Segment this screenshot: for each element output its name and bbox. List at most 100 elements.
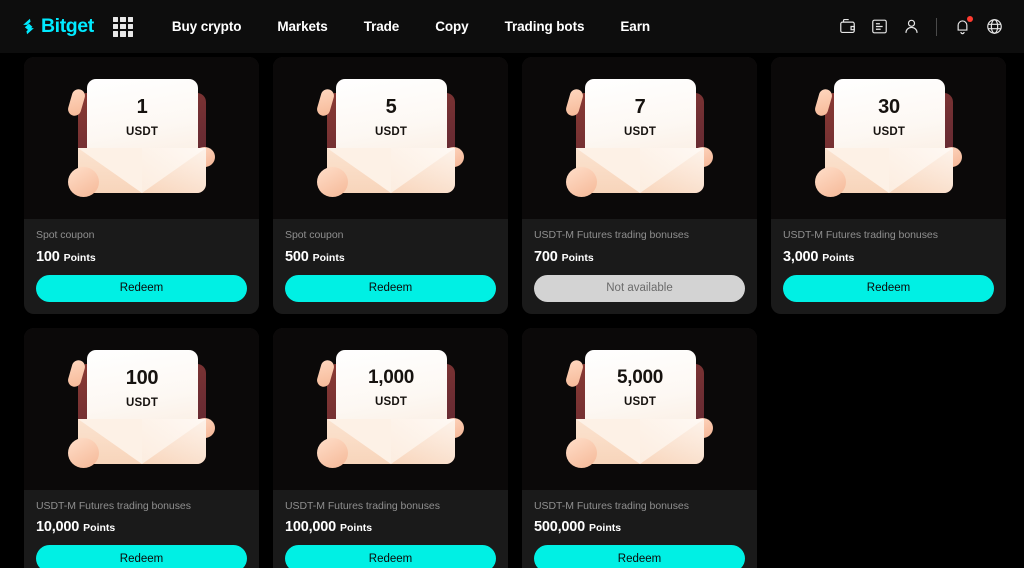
reward-cost: 100,000 Points	[285, 519, 496, 535]
reward-illustration: 5 USDT	[273, 57, 508, 219]
reward-currency: USDT	[872, 126, 906, 138]
reward-points-value: 500	[285, 248, 309, 265]
redeem-button[interactable]: Redeem	[285, 274, 496, 302]
reward-kind: Spot coupon	[36, 229, 95, 241]
reward-illustration: 30 USDT	[771, 57, 1006, 219]
reward-points-value: 10,000	[36, 519, 80, 536]
reward-illustration: 7 USDT	[522, 57, 757, 219]
site-header: Bitget Buy crypto Markets Trade Copy Tra…	[0, 0, 1024, 53]
reward-kind: USDT-M Futures trading bonuses	[534, 229, 689, 241]
reward-amount: 1	[136, 96, 148, 118]
wallet-icon[interactable]	[831, 11, 863, 43]
nav-item-trading-bots[interactable]: Trading bots	[487, 19, 603, 34]
envelope-voucher: 1 USDT	[86, 79, 198, 159]
reward-card-4[interactable]: 30 USDT USDT-M Futures trading bonuses 3…	[771, 57, 1006, 314]
hand-bottom-left-icon	[565, 437, 597, 468]
rewards-content: 1 USDT Spot coupon 100 Points Redeem 5 U…	[0, 53, 1024, 568]
header-divider	[936, 17, 937, 36]
reward-points-label: Points	[340, 522, 373, 535]
redeem-button[interactable]: Redeem	[285, 545, 496, 568]
reward-amount: 5	[385, 96, 397, 118]
redeem-button[interactable]: Redeem	[36, 545, 247, 568]
reward-card-3[interactable]: 7 USDT USDT-M Futures trading bonuses 70…	[522, 57, 757, 314]
reward-points-value: 100	[36, 248, 60, 265]
reward-illustration: 1,000 USDT	[273, 327, 508, 490]
envelope-icon: 5 USDT	[315, 77, 465, 199]
reward-points-label: Points	[63, 251, 96, 264]
envelope-voucher: 1,000 USDT	[335, 349, 447, 430]
reward-currency: USDT	[125, 396, 159, 409]
header-actions	[831, 0, 1010, 53]
reward-points-value: 500,000	[534, 519, 586, 536]
reward-details: Spot coupon 100 Points Redeem	[24, 219, 259, 314]
nav-item-trade[interactable]: Trade	[346, 19, 418, 34]
reward-points-label: Points	[312, 251, 345, 264]
reward-cost: 500,000 Points	[534, 519, 745, 535]
reward-points-label: Points	[561, 251, 594, 264]
hand-bottom-left-icon	[67, 437, 99, 468]
account-icon[interactable]	[895, 11, 927, 43]
reward-points-value: 700	[534, 248, 558, 265]
reward-cost: 100 Points	[36, 249, 247, 265]
hand-bottom-left-icon	[316, 437, 348, 468]
envelope-voucher: 7 USDT	[584, 79, 696, 159]
reward-cost: 10,000 Points	[36, 519, 247, 535]
reward-cost: 3,000 Points	[783, 249, 994, 265]
hand-bottom-left-icon	[67, 167, 99, 197]
reward-amount: 7	[634, 96, 646, 118]
reward-points-label: Points	[589, 522, 622, 535]
reward-card-5[interactable]: 100 USDT USDT-M Futures trading bonuses …	[24, 327, 259, 568]
bitget-logo-text: Bitget	[41, 14, 94, 37]
envelope-voucher: 5 USDT	[335, 79, 447, 159]
reward-amount: 5,000	[616, 366, 664, 388]
redeem-button[interactable]: Redeem	[36, 274, 247, 302]
reward-currency: USDT	[374, 395, 408, 408]
notification-badge-dot	[967, 15, 973, 22]
reward-kind: Spot coupon	[285, 229, 344, 241]
envelope-voucher: 30 USDT	[833, 79, 945, 159]
reward-illustration: 1 USDT	[24, 57, 259, 219]
reward-amount: 100	[125, 366, 159, 389]
envelope-voucher: 100 USDT	[86, 349, 198, 430]
reward-illustration: 100 USDT	[24, 327, 259, 490]
hand-bottom-left-icon	[565, 167, 597, 197]
nav-item-copy[interactable]: Copy	[417, 19, 486, 34]
reward-currency: USDT	[623, 395, 657, 408]
redeem-button[interactable]: Redeem	[783, 274, 994, 302]
main-navigation: Buy crypto Markets Trade Copy Trading bo…	[154, 19, 668, 34]
reward-currency: USDT	[623, 126, 657, 138]
nav-item-earn[interactable]: Earn	[602, 19, 668, 34]
reward-kind: USDT-M Futures trading bonuses	[534, 499, 689, 512]
reward-cost: 500 Points	[285, 249, 496, 265]
reward-points-value: 100,000	[285, 519, 337, 536]
reward-card-1[interactable]: 1 USDT Spot coupon 100 Points Redeem	[24, 57, 259, 314]
envelope-icon: 1 USDT	[66, 77, 216, 199]
reward-amount: 1,000	[367, 366, 415, 388]
bitget-logo[interactable]: Bitget	[19, 14, 94, 37]
reward-card-2[interactable]: 5 USDT Spot coupon 500 Points Redeem	[273, 57, 508, 314]
reward-currency: USDT	[125, 126, 159, 138]
reward-points-label: Points	[822, 251, 855, 264]
redeem-button[interactable]: Redeem	[534, 545, 745, 568]
envelope-icon: 30 USDT	[813, 77, 963, 199]
apps-grid-icon[interactable]	[112, 16, 133, 37]
hand-bottom-left-icon	[316, 167, 348, 197]
reward-details: USDT-M Futures trading bonuses 10,000 Po…	[24, 490, 259, 568]
language-globe-icon[interactable]	[978, 11, 1010, 43]
nav-item-buy-crypto[interactable]: Buy crypto	[154, 19, 260, 34]
envelope-voucher: 5,000 USDT	[584, 349, 696, 430]
envelope-icon: 5,000 USDT	[564, 348, 714, 470]
reward-amount: 30	[878, 96, 900, 118]
reward-card-6[interactable]: 1,000 USDT USDT-M Futures trading bonuse…	[273, 327, 508, 568]
hand-bottom-left-icon	[814, 167, 846, 197]
reward-points-value: 3,000	[783, 248, 819, 265]
reward-card-7[interactable]: 5,000 USDT USDT-M Futures trading bonuse…	[522, 327, 757, 568]
reward-illustration: 5,000 USDT	[522, 327, 757, 490]
reward-details: USDT-M Futures trading bonuses 500,000 P…	[522, 490, 757, 568]
orders-icon[interactable]	[863, 11, 895, 43]
nav-item-markets[interactable]: Markets	[259, 19, 345, 34]
reward-details: USDT-M Futures trading bonuses 700 Point…	[522, 219, 757, 314]
notifications-bell-icon[interactable]	[946, 11, 978, 43]
reward-kind: USDT-M Futures trading bonuses	[783, 229, 938, 241]
reward-currency: USDT	[374, 126, 408, 138]
